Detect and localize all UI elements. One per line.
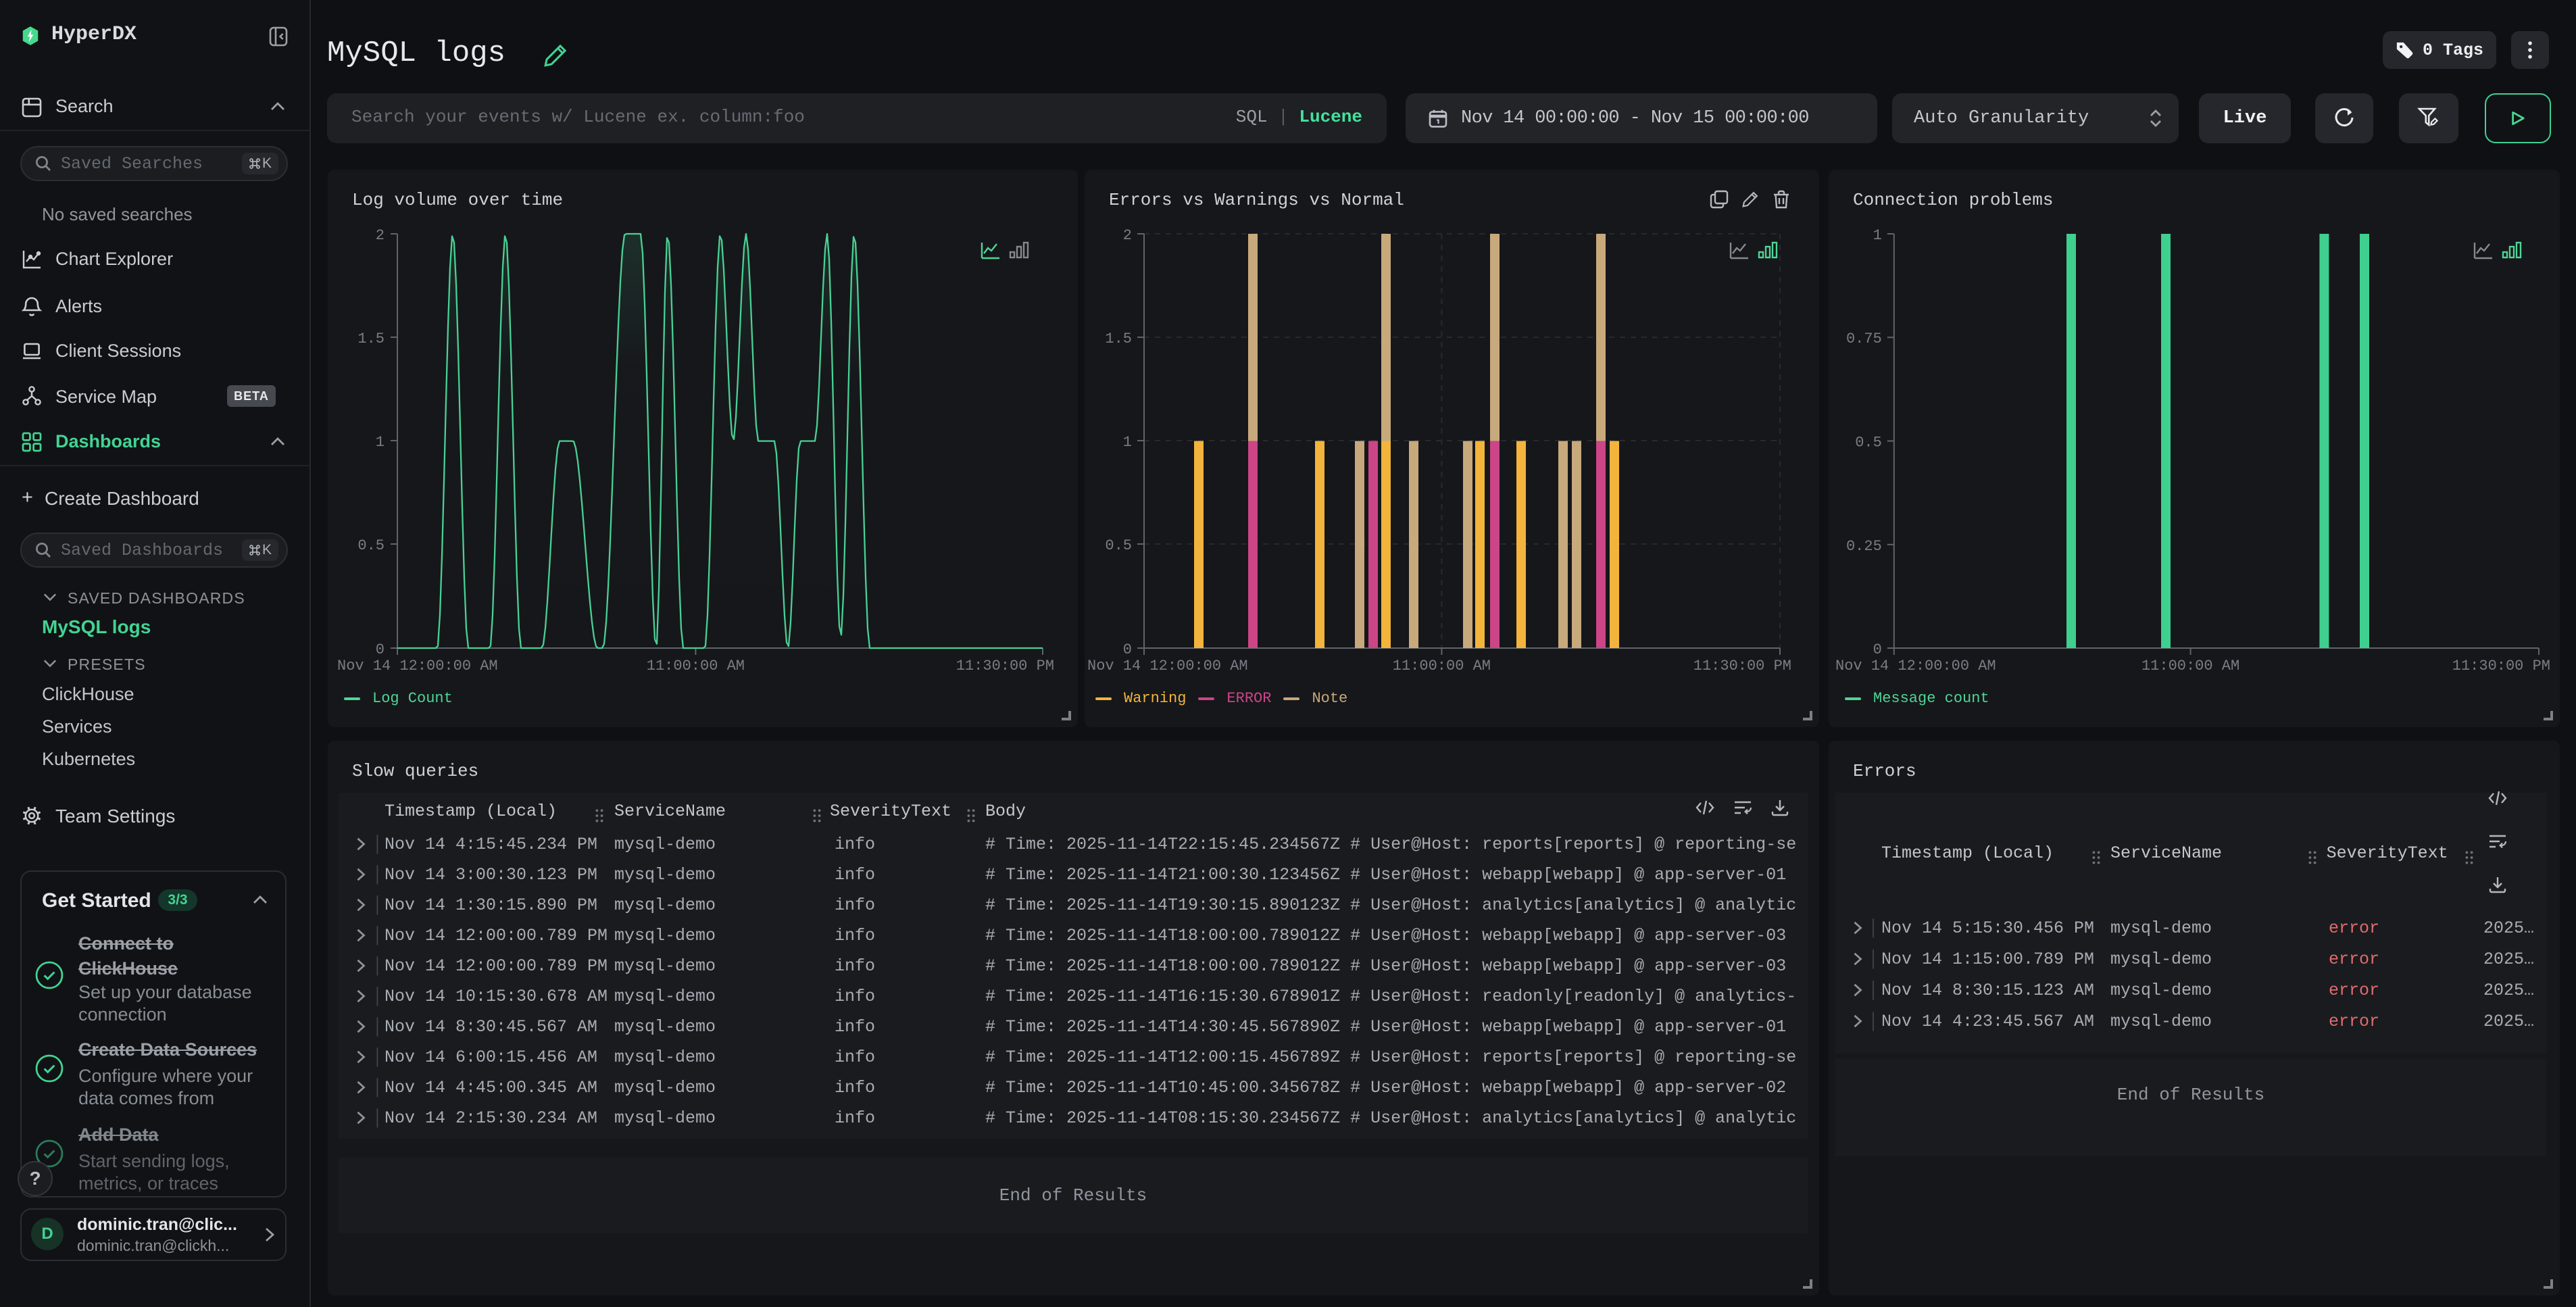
svg-text:Nov 14 12:00:00 AM: Nov 14 12:00:00 AM xyxy=(1835,658,1996,674)
svg-text:1.5: 1.5 xyxy=(357,330,385,347)
svg-text:Nov 14 12:00:00 AM: Nov 14 12:00:00 AM xyxy=(1087,658,1248,674)
svg-text:11:00:00 AM: 11:00:00 AM xyxy=(2141,658,2239,674)
svg-text:0: 0 xyxy=(376,641,385,658)
svg-text:0: 0 xyxy=(1123,641,1132,658)
svg-text:0.5: 0.5 xyxy=(1855,435,1882,451)
svg-text:11:00:00 AM: 11:00:00 AM xyxy=(647,658,745,674)
svg-text:Nov 14 12:00:00 AM: Nov 14 12:00:00 AM xyxy=(337,658,498,674)
svg-text:2: 2 xyxy=(1123,227,1132,244)
svg-text:1: 1 xyxy=(1873,227,1882,244)
svg-text:1: 1 xyxy=(1123,434,1132,451)
svg-text:0: 0 xyxy=(1873,641,1882,658)
svg-text:1.5: 1.5 xyxy=(1105,330,1132,347)
svg-text:11:00:00 AM: 11:00:00 AM xyxy=(1393,658,1491,674)
svg-text:0.5: 0.5 xyxy=(357,537,385,554)
svg-text:11:30:00 PM: 11:30:00 PM xyxy=(1693,658,1791,674)
svg-text:0.5: 0.5 xyxy=(1105,537,1132,554)
svg-text:11:30:00 PM: 11:30:00 PM xyxy=(2452,658,2550,674)
svg-text:0.25: 0.25 xyxy=(1846,538,1882,555)
svg-text:11:30:00 PM: 11:30:00 PM xyxy=(956,658,1054,674)
svg-text:0.75: 0.75 xyxy=(1846,330,1882,347)
svg-text:1: 1 xyxy=(376,434,385,451)
svg-text:2: 2 xyxy=(376,227,385,244)
